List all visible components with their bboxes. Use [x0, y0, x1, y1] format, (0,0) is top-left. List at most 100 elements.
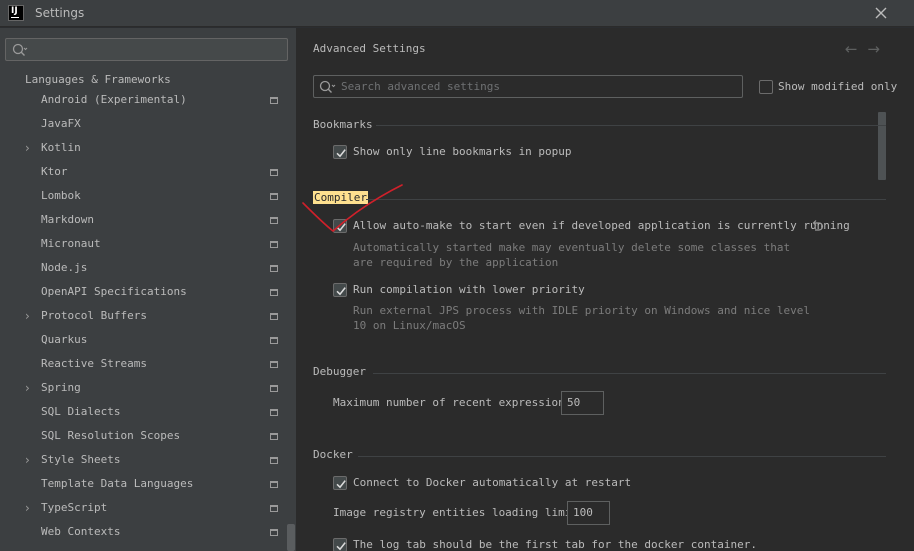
divider — [366, 199, 886, 200]
sidebar-item[interactable]: › Protocol Buffers — [0, 304, 290, 328]
registry-limit-input[interactable]: 100 — [567, 501, 610, 525]
project-level-icon — [270, 385, 278, 392]
sidebar-item[interactable]: › Spring — [0, 376, 290, 400]
project-level-icon — [270, 409, 278, 416]
checkbox-box[interactable] — [333, 219, 347, 233]
project-level-icon — [270, 337, 278, 344]
checkbox-label: Show only line bookmarks in popup — [353, 145, 572, 158]
sidebar-item[interactable]: JavaFX — [0, 112, 290, 136]
section-languages-frameworks[interactable]: Languages & Frameworks — [25, 73, 171, 86]
sidebar-item-label: SQL Dialects — [41, 405, 121, 418]
sidebar-item[interactable]: › TypeScript — [0, 496, 290, 520]
max-expressions-input[interactable]: 50 — [561, 391, 604, 415]
checkbox-label: Connect to Docker automatically at resta… — [353, 476, 632, 489]
sidebar-item-label: Android (Experimental) — [41, 93, 187, 106]
settings-sidebar: Languages & Frameworks Android (Experime… — [0, 28, 296, 551]
forward-arrow-icon[interactable]: → — [867, 40, 890, 58]
sidebar-item[interactable]: SQL Dialects — [0, 400, 290, 424]
sidebar-item[interactable]: › Style Sheets — [0, 448, 290, 472]
chevron-right-icon[interactable]: › — [25, 448, 30, 472]
section-debugger-title: Debugger — [313, 365, 366, 378]
sidebar-item-label: JavaFX — [41, 117, 81, 130]
sidebar-item[interactable]: Markdown — [0, 208, 290, 232]
sidebar-item-label: Markdown — [41, 213, 94, 226]
sidebar-item[interactable]: Node.js — [0, 256, 290, 280]
title-bar: IJ Settings — [0, 0, 914, 27]
chevron-right-icon[interactable]: › — [25, 136, 30, 160]
project-level-icon — [270, 193, 278, 200]
section-compiler-title: Compiler — [313, 191, 368, 204]
sidebar-item[interactable]: Reactive Streams — [0, 352, 290, 376]
back-arrow-icon[interactable]: ← — [845, 40, 868, 58]
settings-tree: Android (Experimental) JavaFX › Kotlin Ktor L… — [0, 88, 290, 544]
settings-search-input[interactable] — [5, 38, 288, 61]
sidebar-item[interactable]: Lombok — [0, 184, 290, 208]
max-expressions-label: Maximum number of recent expressions: — [333, 396, 579, 409]
sidebar-item[interactable]: OpenAPI Specifications — [0, 280, 290, 304]
advanced-settings-panel: Advanced Settings ←→ Show modified only … — [296, 28, 914, 551]
project-level-icon — [270, 241, 278, 248]
sidebar-item-label: Quarkus — [41, 333, 88, 346]
search-icon — [319, 80, 337, 97]
checkbox-label: Allow auto-make to start even if develop… — [353, 219, 850, 232]
window-title: Settings — [35, 6, 85, 20]
sidebar-item-label: Micronaut — [41, 237, 101, 250]
advanced-search-input[interactable] — [341, 79, 736, 94]
sidebar-item[interactable]: Android (Experimental) — [0, 88, 290, 112]
sidebar-item-label: SQL Resolution Scopes — [41, 429, 181, 442]
sidebar-item[interactable]: Web Contexts — [0, 520, 290, 544]
divider — [373, 373, 886, 374]
page-title: Advanced Settings — [313, 42, 426, 55]
sidebar-item[interactable]: SQL Resolution Scopes — [0, 424, 290, 448]
section-bookmarks-title: Bookmarks — [313, 118, 373, 131]
sidebar-item[interactable]: Template Data Languages — [0, 472, 290, 496]
sidebar-item-label: Kotlin — [41, 141, 81, 154]
project-level-icon — [270, 289, 278, 296]
project-level-icon — [270, 217, 278, 224]
sidebar-item-label: Protocol Buffers — [41, 309, 147, 322]
section-docker-title: Docker — [313, 448, 353, 461]
checkbox-box[interactable] — [333, 476, 347, 490]
sidebar-item[interactable]: Quarkus — [0, 328, 290, 352]
lower-priority-description-line2: 10 on Linux/macOS — [353, 319, 466, 332]
checkbox-box[interactable] — [759, 80, 773, 94]
checkbox-label: Show modified only — [778, 80, 898, 93]
checkbox-box[interactable] — [333, 145, 347, 159]
checkbox-label: Run compilation with lower priority — [353, 283, 585, 296]
advanced-search-box — [313, 75, 743, 98]
intellij-logo-icon: IJ — [8, 5, 24, 21]
sidebar-scrollbar[interactable] — [287, 524, 295, 551]
chevron-right-icon[interactable]: › — [25, 304, 30, 328]
search-icon — [12, 43, 28, 60]
auto-make-description-line2: are required by the application — [353, 256, 559, 269]
project-level-icon — [270, 313, 278, 320]
divider — [376, 125, 886, 126]
sidebar-item[interactable]: Ktor — [0, 160, 290, 184]
close-icon[interactable] — [872, 4, 890, 22]
registry-limit-label: Image registry entities loading limit: — [333, 506, 585, 519]
sidebar-item-label: Spring — [41, 381, 81, 394]
sidebar-item-label: OpenAPI Specifications — [41, 285, 187, 298]
checkbox-box[interactable] — [333, 538, 347, 551]
divider — [358, 456, 886, 457]
sidebar-item-label: Node.js — [41, 261, 88, 274]
nav-arrows: ←→ — [845, 40, 890, 58]
project-level-icon — [270, 457, 278, 464]
auto-make-description-line1: Automatically started make may eventuall… — [353, 241, 791, 254]
sidebar-item[interactable]: › Kotlin — [0, 136, 290, 160]
sidebar-item[interactable]: Micronaut — [0, 232, 290, 256]
chevron-right-icon[interactable]: › — [25, 376, 30, 400]
chevron-right-icon[interactable]: › — [25, 496, 30, 520]
revert-icon[interactable] — [810, 219, 824, 236]
project-level-icon — [270, 529, 278, 536]
project-level-icon — [270, 481, 278, 488]
project-level-icon — [270, 265, 278, 272]
content-scrollbar[interactable] — [878, 112, 886, 180]
project-level-icon — [270, 169, 278, 176]
checkbox-box[interactable] — [333, 283, 347, 297]
checkbox-label: The log tab should be the first tab for … — [353, 538, 757, 551]
sidebar-item-label: Template Data Languages — [41, 477, 194, 490]
sidebar-item-label: Reactive Streams — [41, 357, 147, 370]
project-level-icon — [270, 433, 278, 440]
project-level-icon — [270, 505, 278, 512]
